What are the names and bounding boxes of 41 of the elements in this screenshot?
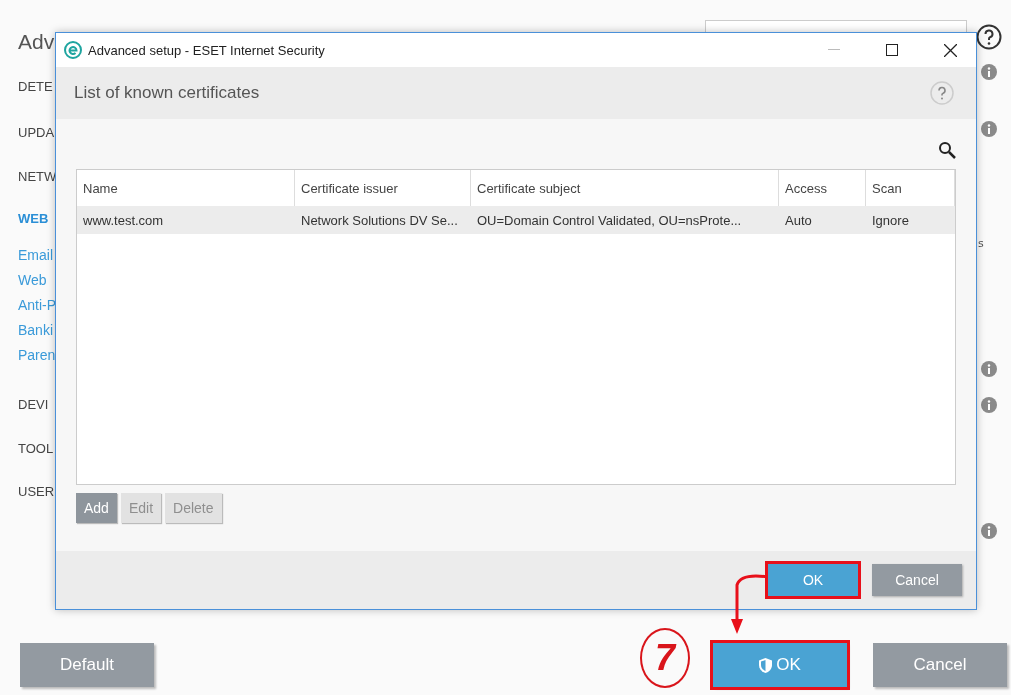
table-cell-text: Auto (784, 211, 813, 230)
table-cell-text: Ignore (871, 211, 910, 230)
label-fragment: s (978, 237, 984, 250)
info-icon (981, 523, 997, 539)
close-icon[interactable] (943, 43, 957, 57)
sidebar-item[interactable]: WEB (18, 210, 49, 227)
dialog-button[interactable]: Cancel (873, 643, 1007, 687)
dialog-title: Advanced setup - ESET Internet Security (88, 42, 326, 58)
table-cell-text: OU=Domain Control Validated, OU=nsProte... (476, 211, 743, 230)
maximize-icon[interactable] (886, 44, 898, 56)
annotation-arrow (728, 574, 768, 634)
info-icon (981, 121, 997, 137)
sidebar-item[interactable]: Banki (18, 322, 54, 339)
sidebar-item[interactable]: Email (18, 247, 53, 264)
sidebar-item[interactable]: NETW (18, 168, 57, 185)
ok-button[interactable]: OK (768, 564, 858, 596)
sidebar-item[interactable]: USER (18, 483, 55, 500)
shield-icon (759, 657, 773, 673)
sidebar-item[interactable]: DEVI (18, 396, 49, 413)
table-row[interactable]: www.test.com Network Solutions DV Se... OU=Domain Control Validated, OU=nsProte... Auto Ignore (77, 206, 955, 234)
window-title: Adv (18, 30, 55, 54)
step-number: 7 (640, 628, 690, 688)
app-logo-icon (64, 41, 82, 59)
sidebar-item[interactable]: TOOL (18, 440, 54, 457)
list-button[interactable]: Add (76, 493, 117, 523)
table-cell-text: Network Solutions DV Se... (300, 211, 459, 230)
info-icon (981, 361, 997, 377)
sidebar-item[interactable]: DETE (18, 78, 53, 95)
help-icon[interactable] (976, 24, 1002, 50)
sidebar-item[interactable]: Paren (18, 347, 56, 364)
dialog-button[interactable]: Default (20, 643, 154, 687)
cancel-button[interactable]: Cancel (872, 564, 962, 596)
info-icon (981, 64, 997, 80)
sidebar-item[interactable]: Web (18, 272, 47, 289)
search-icon[interactable] (938, 141, 956, 159)
info-icon (981, 397, 997, 413)
ok-button[interactable]: OK (713, 643, 847, 687)
sidebar-item[interactable]: UPDA (18, 124, 55, 141)
dialog-heading: List of known certificates (74, 83, 261, 103)
sidebar-item[interactable]: Anti-P (18, 297, 57, 314)
table-cell-text: www.test.com (82, 211, 165, 230)
